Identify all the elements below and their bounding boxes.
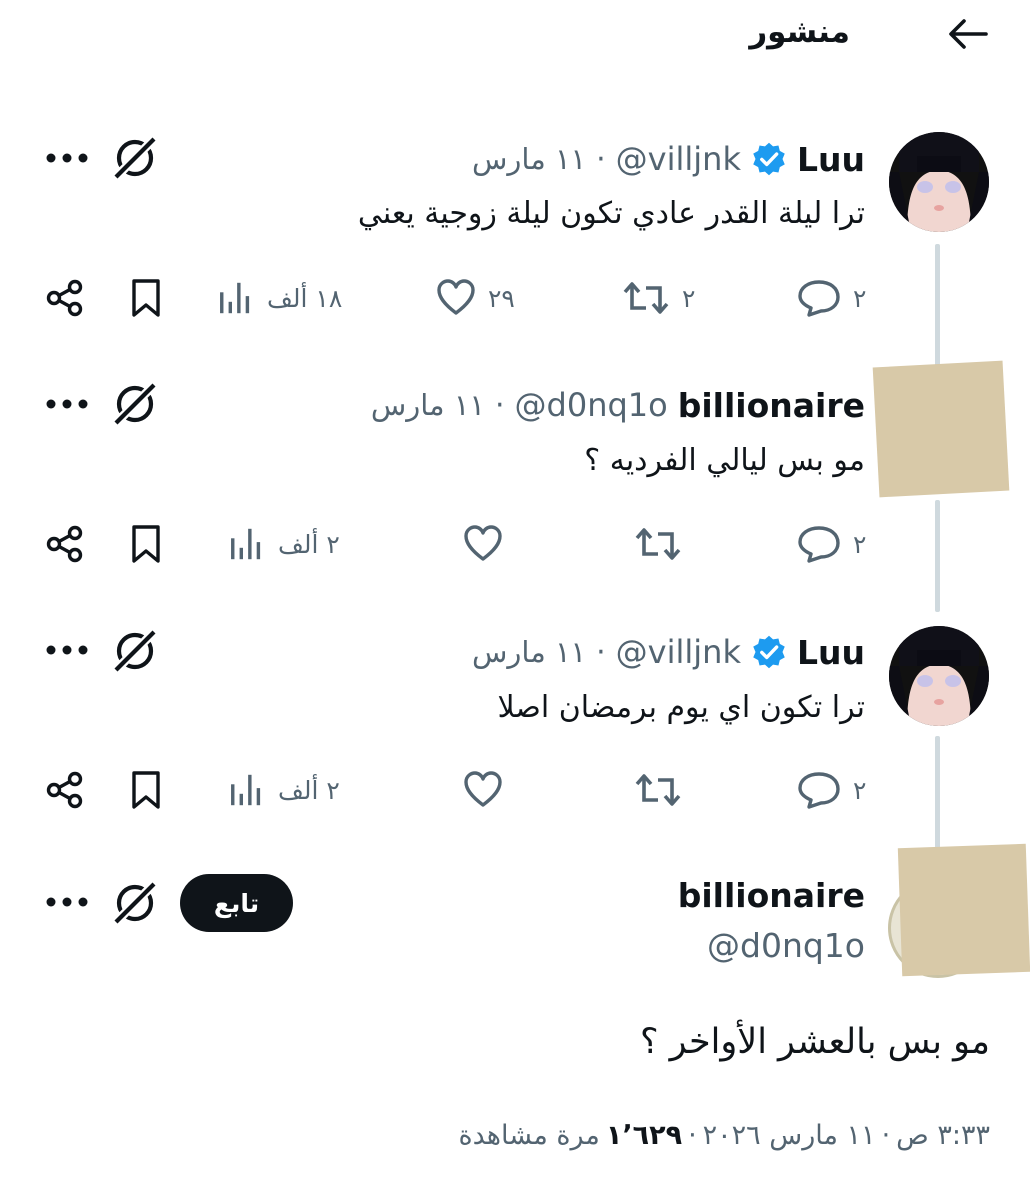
separator-dot: · (494, 387, 505, 423)
separator-dot: · (596, 141, 606, 177)
avatar[interactable] (872, 360, 1010, 498)
avatar[interactable] (897, 843, 1030, 977)
views-icon (228, 771, 266, 809)
follow-button[interactable]: تابع (180, 874, 293, 932)
reply-icon (797, 770, 841, 810)
views-stat[interactable]: ٢ ألف (228, 765, 340, 815)
views-count: ٢ ألف (278, 775, 340, 805)
thread-line (935, 736, 940, 856)
separator-dot: · (596, 634, 606, 670)
views-count: ١٨ ألف (267, 283, 343, 313)
avatar[interactable] (889, 132, 989, 232)
reply-button[interactable]: ٢ (797, 519, 866, 569)
retweet-button[interactable] (634, 765, 694, 815)
reply-count: ٢ (853, 775, 867, 805)
reply-icon (797, 278, 841, 318)
verified-badge-icon (751, 634, 787, 670)
share-icon[interactable] (45, 278, 85, 318)
author-handle[interactable]: @d0nq1o (515, 386, 668, 424)
like-icon (436, 278, 476, 318)
views-stat[interactable]: ٢ ألف (228, 519, 340, 569)
author-handle[interactable]: @villjnk (616, 633, 741, 671)
author-name[interactable]: Luu (797, 633, 865, 672)
more-icon[interactable] (45, 148, 89, 168)
author-name[interactable]: billionaire (678, 386, 865, 425)
views-icon (228, 525, 266, 563)
share-icon[interactable] (45, 770, 85, 810)
reply-icon (797, 524, 841, 564)
like-count: ٢٩ (488, 283, 515, 313)
like-button[interactable] (463, 519, 515, 569)
like-icon (463, 524, 503, 564)
views-stat[interactable]: ١٨ ألف (217, 273, 342, 323)
tweet-text: ترا تكون اي يوم برمضان اصلا (497, 690, 865, 725)
tweet-header: Luu @villjnk · ١١ مارس (472, 136, 865, 182)
reply-button[interactable]: ٢ (797, 273, 866, 323)
verified-badge-icon (751, 141, 787, 177)
grok-icon[interactable] (110, 133, 160, 183)
more-icon[interactable] (45, 640, 89, 660)
tweet-text: مو بس ليالي الفرديه ؟ (584, 443, 865, 478)
more-icon[interactable] (45, 394, 89, 414)
author-name[interactable]: Luu (797, 140, 865, 179)
tweet-meta: ٣:٣٣ ص · ١١ مارس ٢٠٢٦ · ١٬٦٢٩ مرة مشاهدة (458, 1120, 990, 1151)
retweet-icon (622, 278, 670, 318)
retweet-button[interactable] (634, 519, 694, 569)
views-label: مرة مشاهدة (458, 1120, 600, 1151)
retweet-icon (634, 770, 682, 810)
views-count: ٢ ألف (278, 529, 340, 559)
tweet-header: Luu @villjnk · ١١ مارس (472, 629, 865, 675)
author-handle[interactable]: @villjnk (616, 140, 741, 178)
more-icon[interactable] (45, 892, 89, 912)
reply-button[interactable]: ٢ (797, 765, 866, 815)
tweet-date[interactable]: ١١ مارس (472, 142, 586, 176)
tweet-date[interactable]: ١١ مارس (371, 388, 485, 422)
bookmark-icon[interactable] (126, 770, 166, 810)
reply-count: ٢ (853, 283, 867, 313)
grok-icon[interactable] (110, 878, 160, 928)
tweet-text: ترا ليلة القدر عادي تكون ليلة زوجية يعني (357, 196, 865, 231)
tweet-header: billionaire @d0nq1o · ١١ مارس (371, 382, 865, 428)
separator-dot: · (688, 1120, 697, 1151)
grok-icon[interactable] (110, 626, 160, 676)
tweet-text: مو بس بالعشر الأواخر ؟ (639, 1022, 990, 1062)
like-button[interactable] (463, 765, 515, 815)
separator-dot: · (881, 1120, 891, 1151)
thread-line (935, 500, 940, 612)
tweet-date[interactable]: ١١ مارس (472, 635, 586, 669)
views-count: ١٬٦٢٩ (605, 1120, 683, 1151)
reply-count: ٢ (853, 529, 867, 559)
retweet-button[interactable]: ٢ (622, 273, 695, 323)
retweet-count: ٢ (682, 283, 696, 313)
arrow-left-icon[interactable] (946, 14, 990, 54)
like-icon (463, 770, 503, 810)
tweet-date[interactable]: ١١ مارس ٢٠٢٦ (703, 1120, 876, 1151)
grok-icon[interactable] (110, 379, 160, 429)
bookmark-icon[interactable] (126, 278, 166, 318)
share-icon[interactable] (45, 524, 85, 564)
author-handle[interactable]: @d0nq1o (707, 926, 865, 965)
like-button[interactable]: ٢٩ (436, 273, 515, 323)
author-name[interactable]: billionaire (678, 876, 865, 915)
tweet-time[interactable]: ٣:٣٣ ص (896, 1120, 990, 1151)
bookmark-icon[interactable] (126, 524, 166, 564)
retweet-icon (634, 524, 682, 564)
views-icon (217, 279, 255, 317)
avatar[interactable] (889, 626, 989, 726)
thread-line (935, 244, 940, 368)
page-title: منشور (749, 14, 850, 50)
